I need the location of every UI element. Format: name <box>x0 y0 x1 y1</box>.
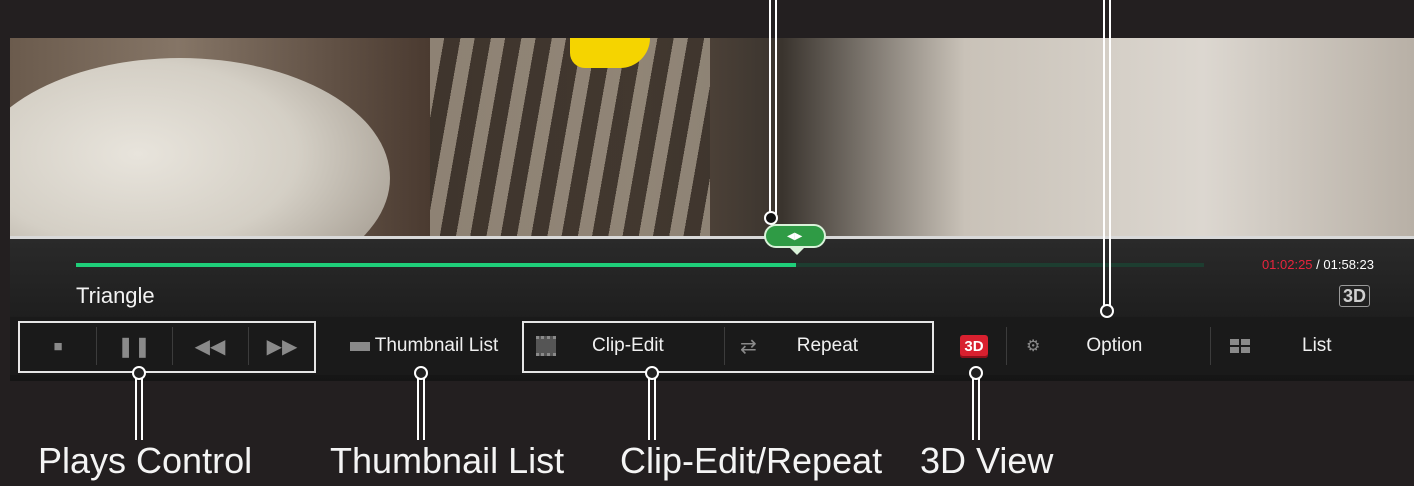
left-right-arrows-icon: ◀▶ <box>786 230 803 242</box>
thumbnail-icon <box>349 341 370 351</box>
callout-dot <box>764 211 778 225</box>
list-label: List <box>1302 335 1332 356</box>
clip-edit-repeat-frame <box>522 321 934 373</box>
media-title: Triangle <box>76 283 155 308</box>
callout-line <box>423 378 425 440</box>
separator <box>1006 327 1007 365</box>
progress-knob[interactable]: ◀▶ <box>763 224 826 255</box>
video-content <box>10 58 390 238</box>
time-total: 01:58:23 <box>1323 257 1374 272</box>
option-button[interactable]: ⚙ Option <box>1008 317 1208 375</box>
callout-3d-view: 3D View <box>920 440 1054 481</box>
control-bar: ■ ❚❚ ◀◀ ▶▶ Thumbnail List Clip-Edit ⇄ Re… <box>10 317 1414 375</box>
video-frame <box>10 38 1414 238</box>
callout-line <box>978 378 980 440</box>
callout-line <box>972 378 974 440</box>
plays-control-frame <box>18 321 316 373</box>
callout-line <box>775 0 777 214</box>
progress-bar[interactable] <box>76 263 1204 267</box>
player-panel: 01:02:25 / 01:58:23 Triangle 3D ■ ❚❚ ◀◀ … <box>10 236 1414 381</box>
callout-thumbnail-list: Thumbnail List <box>330 440 565 481</box>
option-label: Option <box>1086 335 1143 356</box>
3d-icon: 3D <box>960 334 988 358</box>
callout-line <box>1103 0 1105 306</box>
callout-line <box>141 378 143 440</box>
callout-line <box>1109 0 1111 306</box>
time-separator: / <box>1312 257 1324 272</box>
callout-dot <box>1100 304 1114 318</box>
time-current: 01:02:25 <box>1261 257 1313 272</box>
3d-indicator: 3D <box>1338 285 1370 307</box>
thumbnail-list-label: Thumbnail List <box>374 335 499 356</box>
callout-line <box>654 378 656 440</box>
gear-icon: ⚙ <box>1026 338 1041 355</box>
callout-line <box>417 378 419 440</box>
grid-icon <box>1230 339 1250 353</box>
callout-line <box>769 0 771 214</box>
callout-line <box>648 378 650 440</box>
time-display: 01:02:25 / 01:58:23 <box>1262 257 1374 272</box>
list-button[interactable]: List <box>1212 317 1402 375</box>
progress-fill <box>76 263 796 267</box>
video-content-stripes <box>430 38 710 238</box>
callout-plays-control: Plays Control <box>38 440 253 481</box>
separator <box>1210 327 1211 365</box>
callout-line <box>135 378 137 440</box>
callout-clip-edit-repeat: Clip-Edit/Repeat <box>620 440 883 481</box>
